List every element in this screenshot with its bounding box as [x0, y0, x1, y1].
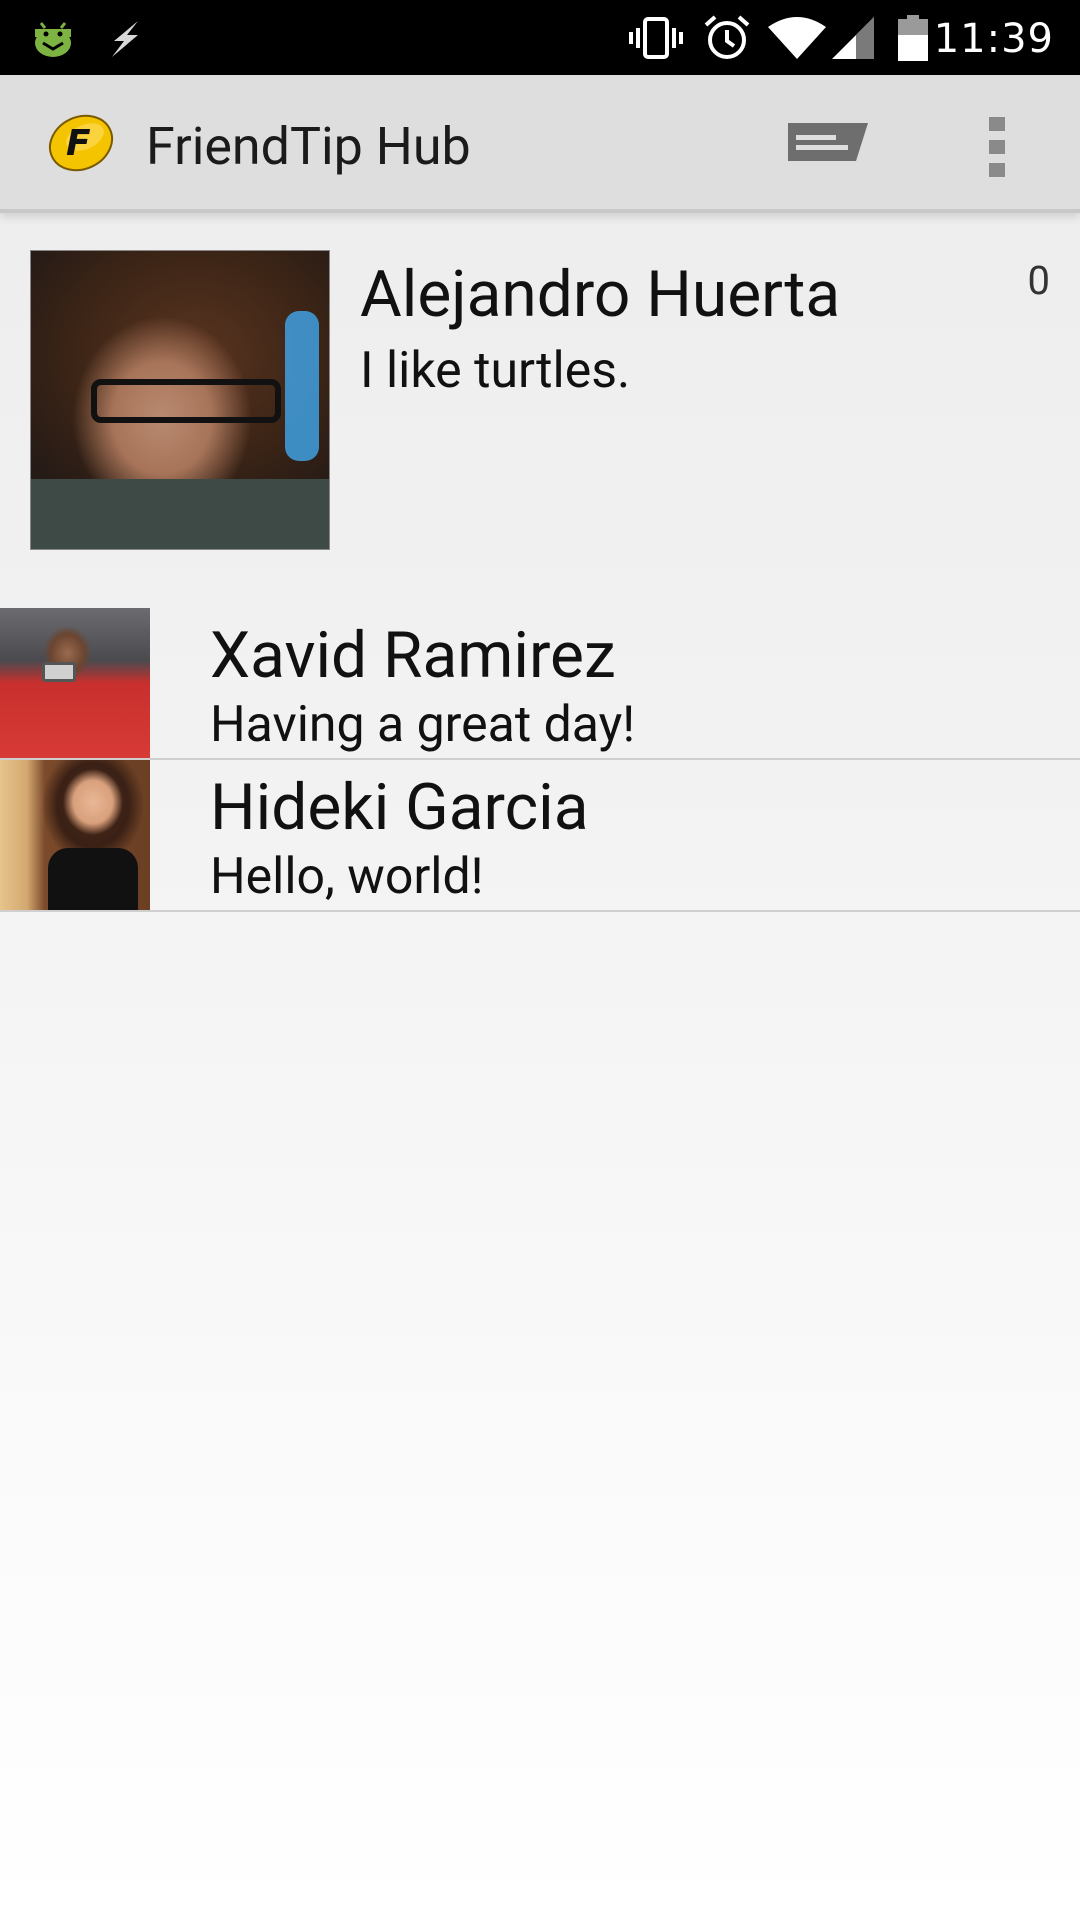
status-time: 11:39 — [933, 16, 1054, 62]
profile-count: 0 — [1027, 257, 1050, 304]
message-icon — [788, 123, 868, 161]
android-debug-icon — [28, 0, 78, 75]
friend-status: Hello, world! — [210, 848, 484, 906]
app-logo-icon[interactable]: F — [46, 107, 116, 177]
app-title: FriendTip Hub — [146, 116, 471, 177]
bolt-icon — [100, 0, 150, 75]
friend-name: Hideki Garcia — [210, 770, 589, 845]
status-bar: 11:39 — [0, 0, 1080, 75]
action-bar: F FriendTip Hub — [0, 75, 1080, 213]
overflow-menu-button[interactable] — [970, 105, 1024, 189]
alarm-icon — [702, 0, 752, 75]
compose-message-button[interactable] — [780, 115, 876, 175]
friend-list: Xavid Ramirez Having a great day! Hideki… — [0, 608, 1080, 912]
friend-status: Having a great day! — [210, 696, 636, 754]
profile-header: Alejandro Huerta I like turtles. 0 — [0, 217, 1080, 592]
profile-name: Alejandro Huerta — [360, 257, 841, 332]
friend-avatar — [0, 760, 150, 910]
app-logo-letter: F — [66, 123, 91, 164]
more-vert-icon — [989, 117, 1005, 177]
friend-list-item[interactable]: Hideki Garcia Hello, world! — [0, 760, 1080, 912]
vibrate-icon — [628, 0, 684, 75]
friend-name: Xavid Ramirez — [210, 618, 616, 693]
profile-photo[interactable] — [30, 250, 330, 550]
friend-avatar — [0, 608, 150, 758]
profile-status: I like turtles. — [360, 342, 631, 400]
cell-signal-icon — [830, 0, 876, 75]
battery-icon — [896, 0, 930, 75]
wifi-icon — [766, 0, 828, 75]
friend-list-item[interactable]: Xavid Ramirez Having a great day! — [0, 608, 1080, 760]
